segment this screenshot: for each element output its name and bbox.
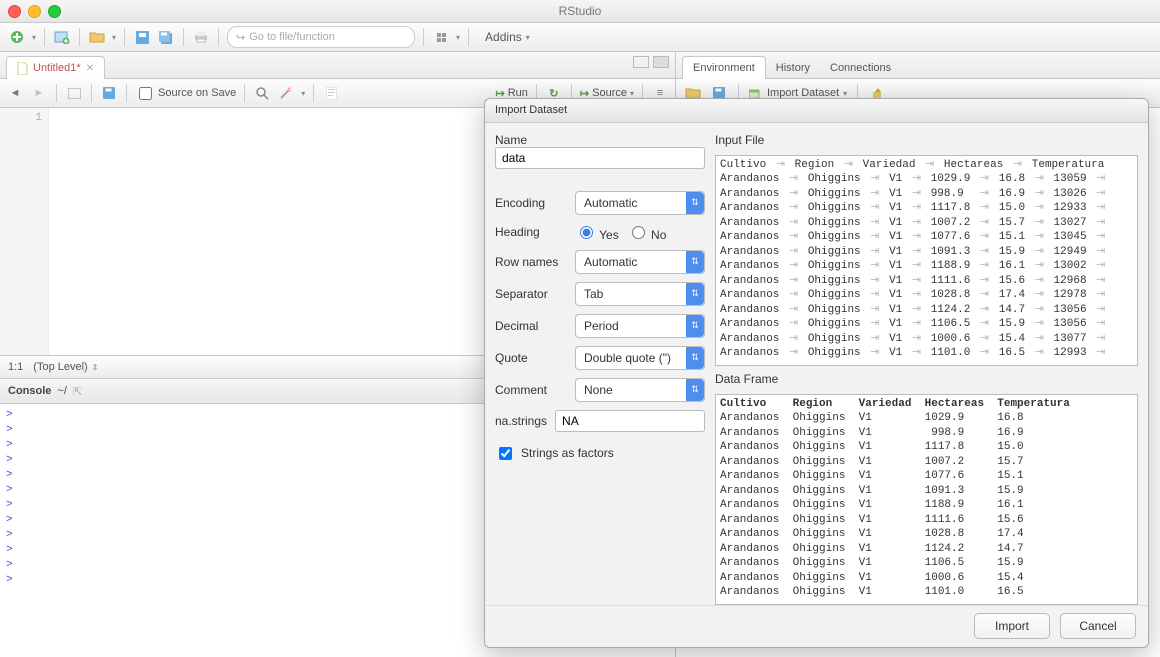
chevron-down-icon: ▾ [843,89,847,98]
file-search-placeholder: Go to file/function [249,31,335,43]
source-tabbar: Untitled1* ✕ [0,52,675,79]
heading-no-radio[interactable]: No [627,223,667,242]
import-button[interactable]: Import [974,613,1050,639]
report-button[interactable] [322,84,340,102]
close-icon[interactable]: ✕ [86,63,94,74]
print-button[interactable] [192,28,210,46]
file-function-search[interactable]: ↪ Go to file/function [227,26,415,48]
name-label: Name [495,133,527,147]
source-tab-untitled1[interactable]: Untitled1* ✕ [6,56,105,79]
comment-select[interactable]: None⇅ [575,378,705,402]
maximize-pane-icon[interactable] [653,56,669,68]
input-file-preview[interactable]: Cultivo ⇥ Region ⇥ Variedad ⇥ Hectareas … [715,155,1138,366]
select-arrow-icon: ⇅ [686,192,704,214]
heading-label: Heading [495,225,567,239]
comment-label: Comment [495,383,567,397]
strings-as-factors-checkbox[interactable]: Strings as factors [495,444,705,463]
encoding-select[interactable]: Automatic⇅ [575,191,705,215]
titlebar: RStudio [0,0,1160,23]
show-in-new-window-button[interactable] [65,84,83,102]
encoding-label: Encoding [495,196,567,210]
goto-icon: ↪ [236,31,245,44]
dialog-title: Import Dataset [485,99,1148,123]
editor-gutter: 1 [0,108,49,355]
chevron-down-icon: ▾ [526,33,530,42]
console-title: Console [8,385,51,397]
addins-menu[interactable]: Addins ▾ [485,30,530,44]
cursor-position: 1:1 [8,361,23,373]
console-cwd: ~/ [57,385,66,397]
app-title: RStudio [0,4,1160,18]
decimal-label: Decimal [495,319,567,333]
rownames-select[interactable]: Automatic⇅ [575,250,705,274]
panes-button[interactable] [432,28,450,46]
save-button[interactable] [133,28,151,46]
save-all-button[interactable] [157,28,175,46]
quote-select[interactable]: Double quote (")⇅ [575,346,705,370]
na-input[interactable] [555,410,705,432]
data-frame-label: Data Frame [715,372,1138,386]
input-file-label: Input File [715,133,1138,147]
document-icon [17,62,28,75]
find-button[interactable] [253,84,271,102]
main-toolbar: ▾ ▾ ↪ Go to file/function ▾ Addins ▾ [0,23,1160,52]
cancel-button[interactable]: Cancel [1060,613,1136,639]
new-project-button[interactable] [53,28,71,46]
env-tabbar: EnvironmentHistoryConnections [676,52,1160,79]
na-label: na.strings [495,414,547,428]
open-file-button[interactable] [88,28,106,46]
data-frame-preview[interactable]: Cultivo Region Variedad Hectareas Temper… [715,394,1138,605]
env-tab-environment[interactable]: Environment [682,56,766,79]
back-button[interactable]: ◄ [6,84,24,102]
source-on-save-checkbox[interactable]: Source on Save [135,84,236,103]
new-file-button[interactable] [8,28,26,46]
import-dataset-dialog: Import Dataset Name Encoding Automatic⇅ … [484,98,1149,648]
source-tab-label: Untitled1* [33,62,81,74]
heading-yes-radio[interactable]: Yes [575,223,619,242]
separator-select[interactable]: Tab⇅ [575,282,705,306]
rownames-label: Row names [495,255,567,269]
quote-label: Quote [495,351,567,365]
name-input[interactable] [495,147,705,169]
separator-label: Separator [495,287,567,301]
decimal-select[interactable]: Period⇅ [575,314,705,338]
forward-button[interactable]: ► [30,84,48,102]
console-popup-icon[interactable]: ⇱ [73,385,82,398]
scope-selector[interactable]: (Top Level) ⇕ [33,361,98,373]
minimize-pane-icon[interactable] [633,56,649,68]
wand-button[interactable] [277,84,295,102]
save-source-button[interactable] [100,84,118,102]
env-tab-history[interactable]: History [766,57,820,79]
env-tab-connections[interactable]: Connections [820,57,901,79]
